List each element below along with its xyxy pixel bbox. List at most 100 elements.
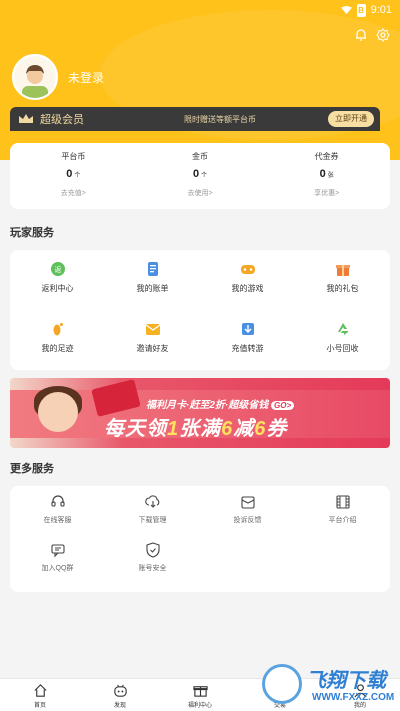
service-account-security[interactable]: 账号安全 bbox=[105, 534, 200, 582]
more-services-card: 在线客服 下载管理 投诉反馈 平台介绍 加入QQ群 账号安全 bbox=[10, 486, 390, 592]
login-status[interactable]: 未登录 bbox=[68, 69, 104, 86]
nav-label: 发现 bbox=[113, 703, 126, 709]
invite-icon bbox=[145, 324, 160, 335]
wallet-value-number: 0 bbox=[66, 168, 73, 180]
nav-home[interactable]: 首页 bbox=[0, 679, 80, 711]
bell-icon[interactable] bbox=[354, 28, 368, 42]
wallet-label: 平台币 bbox=[61, 152, 86, 161]
wallet-link[interactable]: 享优惠> bbox=[263, 188, 390, 198]
chat-icon bbox=[50, 544, 65, 558]
wallet-link[interactable]: 去充值> bbox=[10, 188, 137, 198]
header-actions bbox=[354, 28, 390, 42]
wallet-unit: 个 bbox=[74, 173, 81, 179]
shield-icon bbox=[145, 542, 160, 558]
download-icon bbox=[144, 495, 159, 508]
wallet-voucher[interactable]: 代金券 0张 享优惠> bbox=[263, 143, 390, 209]
service-label: 账号安全 bbox=[138, 565, 167, 572]
wallet-card: 平台币 0个 去充值> 金币 0个 去使用> 代金券 0张 享优惠> bbox=[10, 143, 390, 209]
watermark-url: WWW.FXXZ.COM bbox=[312, 692, 395, 703]
service-my-footprint[interactable]: 我的足迹 bbox=[10, 310, 105, 370]
nav-welfare-center[interactable]: 福利中心 bbox=[160, 679, 240, 711]
banner-go-pill: GO> bbox=[271, 401, 295, 410]
avatar-person-icon bbox=[14, 56, 56, 98]
game-icon bbox=[240, 265, 255, 274]
service-label: 在线客服 bbox=[43, 517, 72, 524]
watermark-title: 飞翔下载 bbox=[306, 670, 386, 692]
vip-bar[interactable]: 超级会员 限时赠送等额平台币 立即开通 bbox=[10, 107, 380, 131]
status-time: 9:01 bbox=[370, 4, 392, 16]
wallet-value-number: 0 bbox=[319, 168, 326, 180]
wallet-gold-coin[interactable]: 金币 0个 去使用> bbox=[137, 143, 264, 209]
vip-open-button[interactable]: 立即开通 bbox=[328, 111, 374, 127]
vip-description: 限时赠送等额平台币 bbox=[184, 114, 256, 124]
service-complaint-feedback[interactable]: 投诉反馈 bbox=[200, 486, 295, 534]
robot-icon bbox=[113, 684, 127, 697]
service-label: 加入QQ群 bbox=[41, 565, 74, 572]
banner-text: 张满 bbox=[179, 418, 222, 440]
banner-top-line: 福利月卡·赶至2折·超级省钱 GO> bbox=[146, 396, 295, 411]
nav-label: 首页 bbox=[33, 703, 46, 709]
home-icon bbox=[33, 684, 47, 697]
wallet-link[interactable]: 去使用> bbox=[137, 188, 264, 198]
service-online-support[interactable]: 在线客服 bbox=[10, 486, 105, 534]
status-bar: B 9:01 bbox=[340, 3, 392, 17]
nav-discover[interactable]: 发现 bbox=[80, 679, 160, 711]
crown-icon bbox=[19, 114, 33, 123]
banner-highlight: 1 bbox=[167, 418, 180, 440]
banner-highlight: 6 bbox=[221, 418, 234, 440]
service-label: 充值转游 bbox=[231, 344, 264, 353]
wallet-value-number: 0 bbox=[192, 168, 200, 180]
footprint-icon bbox=[53, 323, 63, 336]
rebate-icon: 返 bbox=[50, 262, 65, 276]
recycle-icon bbox=[337, 323, 348, 335]
banner-headline: 每天领1张满6减6券 bbox=[104, 412, 287, 441]
banner-text: 券 bbox=[266, 418, 288, 440]
service-my-gifts[interactable]: 我的礼包 bbox=[295, 250, 390, 310]
wallet-value: 0张 bbox=[263, 168, 390, 180]
watermark-logo-icon bbox=[262, 664, 302, 704]
vip-title: 超级会员 bbox=[40, 114, 84, 126]
service-label: 平台介绍 bbox=[328, 517, 357, 524]
wifi-icon bbox=[340, 5, 352, 14]
service-label: 邀请好友 bbox=[136, 344, 169, 353]
service-label: 投诉反馈 bbox=[233, 517, 262, 524]
avatar[interactable] bbox=[12, 54, 58, 100]
service-recharge-transfer[interactable]: 充值转游 bbox=[200, 310, 295, 370]
girl-face-illustration bbox=[38, 392, 78, 432]
service-label: 下载管理 bbox=[138, 517, 167, 524]
bill-icon bbox=[147, 262, 158, 276]
profile-header: B 9:01 未登录 bbox=[0, 0, 400, 160]
more-services-title: 更多服务 bbox=[10, 463, 54, 475]
service-label: 返利中心 bbox=[41, 284, 74, 293]
service-label: 我的足迹 bbox=[41, 344, 74, 353]
settings-icon[interactable] bbox=[376, 28, 390, 42]
banner-text: 每天领 bbox=[104, 418, 167, 440]
service-label: 小号回收 bbox=[326, 344, 359, 353]
site-watermark: 飞翔下载 WWW.FXXZ.COM bbox=[262, 662, 395, 708]
service-platform-intro[interactable]: 平台介绍 bbox=[295, 486, 390, 534]
service-download-manager[interactable]: 下载管理 bbox=[105, 486, 200, 534]
wallet-unit: 张 bbox=[327, 173, 334, 179]
service-rebate-center[interactable]: 返 返利中心 bbox=[10, 250, 105, 310]
service-label: 我的账单 bbox=[136, 284, 169, 293]
wallet-platform-coin[interactable]: 平台币 0个 去充值> bbox=[10, 143, 137, 209]
wallet-value: 0个 bbox=[10, 168, 137, 180]
gift-icon bbox=[335, 265, 350, 276]
banner-text: 减 bbox=[233, 418, 255, 440]
service-account-recycle[interactable]: 小号回收 bbox=[295, 310, 390, 370]
transfer-icon bbox=[241, 323, 254, 335]
promo-banner[interactable]: 福利月卡·赶至2折·超级省钱 GO> 每天领1张满6减6券 bbox=[10, 378, 390, 448]
service-invite-friends[interactable]: 邀请好友 bbox=[105, 310, 200, 370]
nav-label: 福利中心 bbox=[187, 703, 212, 709]
service-my-bill[interactable]: 我的账单 bbox=[105, 250, 200, 310]
service-join-qq-group[interactable]: 加入QQ群 bbox=[10, 534, 105, 582]
service-my-games[interactable]: 我的游戏 bbox=[200, 250, 295, 310]
banner-highlight: 6 bbox=[254, 418, 267, 440]
film-icon bbox=[335, 495, 350, 509]
gift-box-icon bbox=[192, 686, 208, 697]
wallet-label: 金币 bbox=[192, 152, 208, 161]
service-label: 我的礼包 bbox=[326, 284, 359, 293]
player-services-title: 玩家服务 bbox=[10, 227, 54, 239]
wallet-unit: 个 bbox=[201, 173, 208, 179]
service-label: 我的游戏 bbox=[231, 284, 264, 293]
